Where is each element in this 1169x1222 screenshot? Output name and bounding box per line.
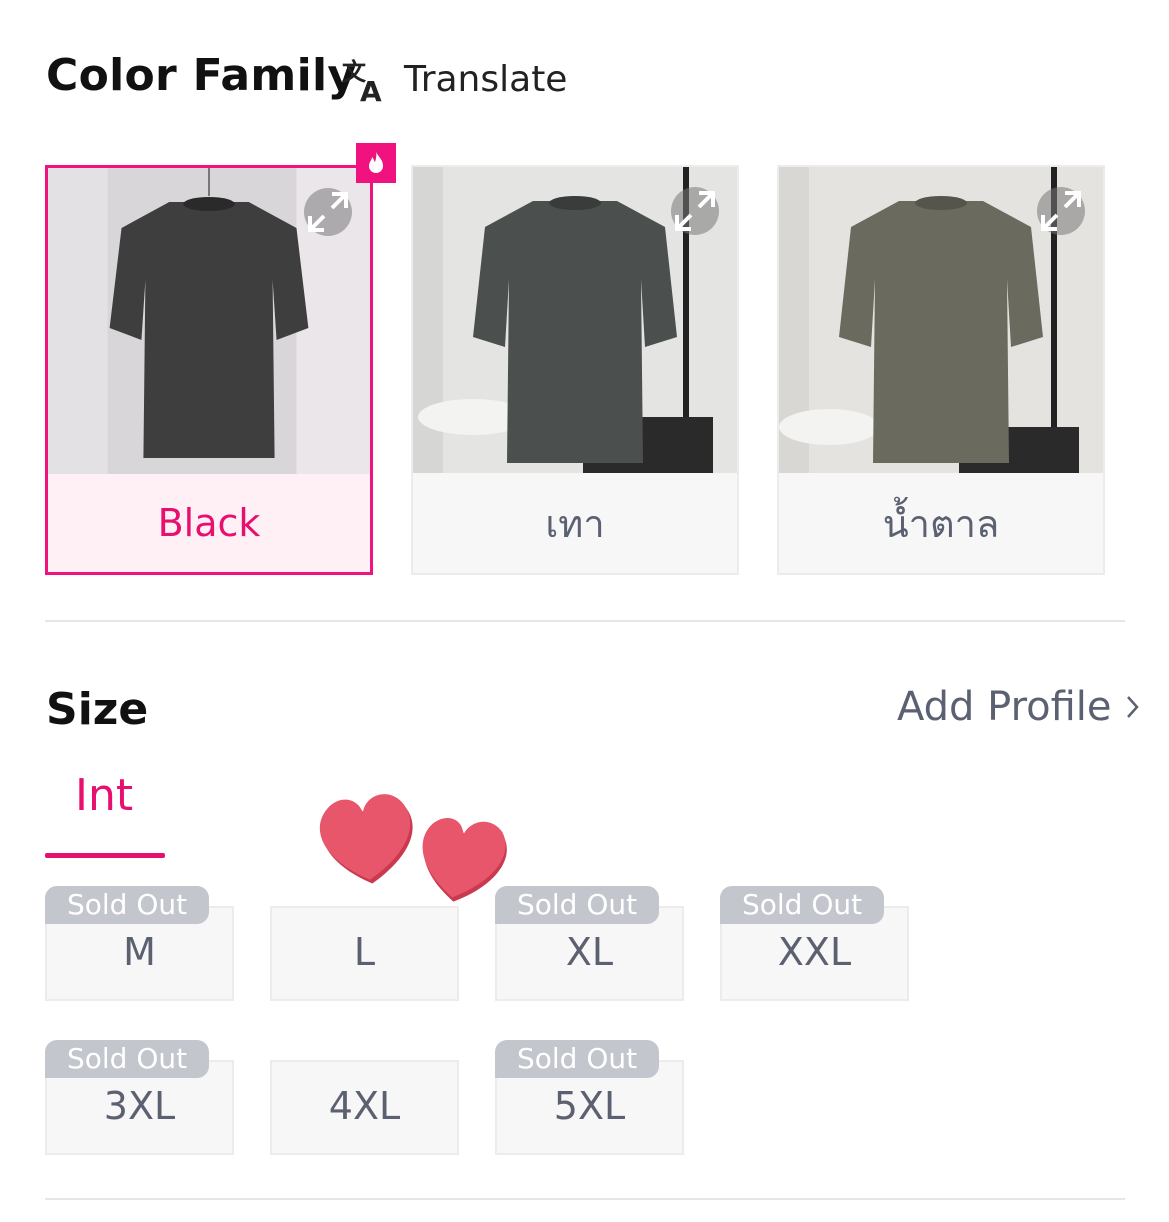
color-option-brown[interactable]: น้ำตาล [777,165,1105,575]
size-label: 5XL [553,1084,626,1128]
color-label: น้ำตาล [882,501,1000,546]
expand-image-button[interactable] [671,187,719,235]
size-label: M [123,930,156,974]
sold-out-badge: Sold Out [720,886,885,924]
section-divider [45,1198,1125,1200]
translate-icon: 文 A [342,58,382,104]
size-label: 4XL [328,1084,401,1128]
size-label: 3XL [103,1084,176,1128]
size-label: L [353,930,376,974]
size-option-5xl[interactable]: 5XL Sold Out [495,1040,684,1155]
size-label: XXL [777,930,852,974]
svg-text:A: A [360,75,382,104]
translate-label: Translate [404,58,568,100]
hearts-decoration [319,794,507,902]
section-divider [45,620,1125,622]
expand-icon [675,191,715,231]
size-option-l[interactable]: L [270,906,459,1001]
tab-int-label: Int [75,770,134,821]
tab-underline [45,853,165,858]
heart-icon [422,818,507,902]
size-label: XL [565,930,614,974]
expand-icon [308,192,348,232]
size-option-m[interactable]: M Sold Out [45,886,234,1001]
expand-icon [1041,191,1081,231]
color-option-black[interactable]: Black [45,165,373,575]
size-option-3xl[interactable]: 3XL Sold Out [45,1040,234,1155]
add-profile-label: Add Profile [897,684,1112,730]
size-option-xl[interactable]: XL Sold Out [495,886,684,1001]
color-family-title: Color Family [46,50,357,101]
product-photo [779,167,1103,473]
color-label: Black [157,501,261,545]
color-label: เทา [545,501,605,546]
expand-image-button[interactable] [304,188,352,236]
product-photo [413,167,737,473]
chevron-right-icon [1126,696,1139,718]
size-title: Size [46,684,149,735]
hot-badge [356,143,396,183]
heart-icon [319,794,413,884]
color-option-gray[interactable]: เทา [411,165,739,575]
sold-out-badge: Sold Out [495,1040,660,1078]
size-option-xxl[interactable]: XXL Sold Out [720,886,909,1001]
size-option-4xl[interactable]: 4XL [270,1060,459,1155]
sold-out-badge: Sold Out [45,1040,210,1078]
tab-int[interactable]: Int [45,770,165,858]
add-profile-link[interactable]: Add Profile [897,684,1140,730]
flame-icon [369,151,383,173]
expand-image-button[interactable] [1037,187,1085,235]
product-photo [48,168,370,474]
sold-out-badge: Sold Out [45,886,210,924]
translate-button[interactable]: 文 A Translate [340,54,567,104]
